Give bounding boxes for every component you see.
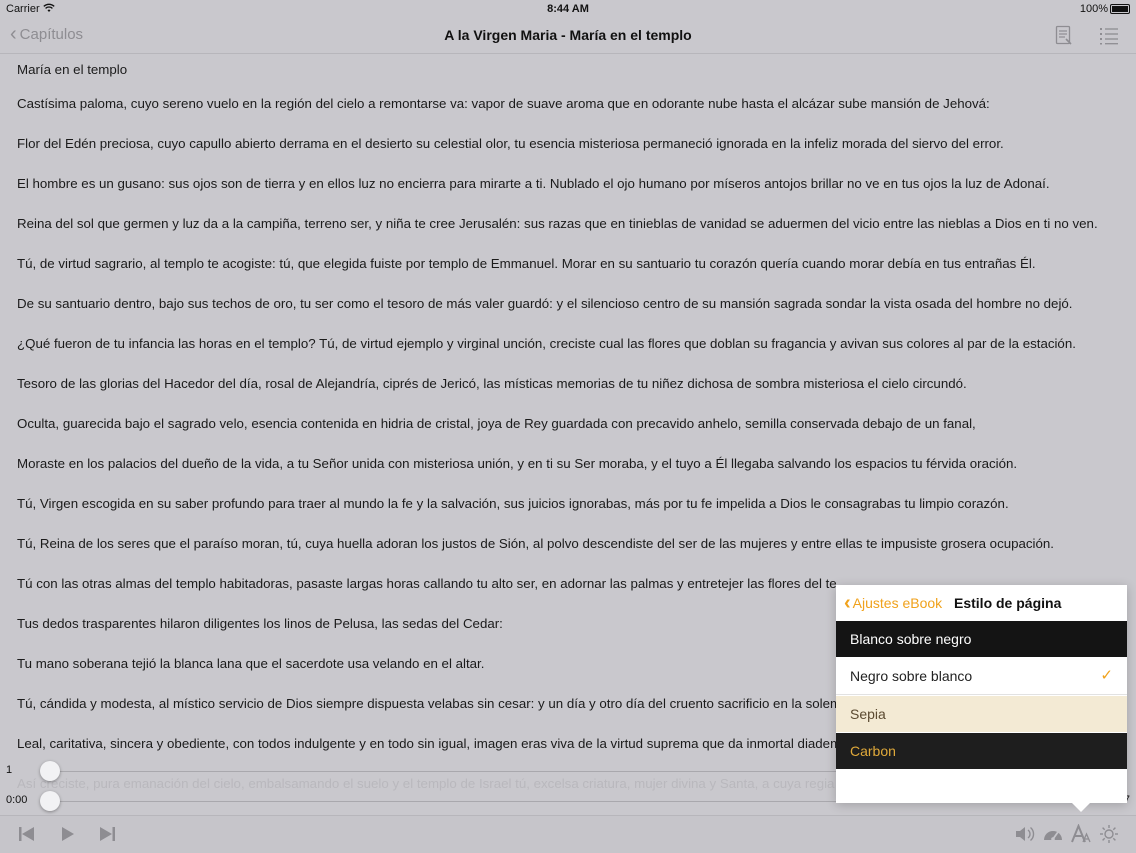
paragraph: Tú, Reina de los seres que el paraíso mo… xyxy=(17,536,1054,551)
paragraph: Castísima paloma, cuyo sereno vuelo en l… xyxy=(17,96,990,111)
page-slider-thumb[interactable] xyxy=(40,761,60,781)
play-icon[interactable] xyxy=(58,824,78,844)
style-option-label: Sepia xyxy=(850,706,886,722)
brightness-icon[interactable] xyxy=(1099,824,1119,844)
volume-icon[interactable] xyxy=(1014,824,1035,844)
clock: 8:44 AM xyxy=(547,3,589,15)
ebook-settings-back-button[interactable]: ‹ Ajustes eBook xyxy=(844,592,943,614)
navigation-bar: ‹ Capítulos A la Virgen Maria - María en… xyxy=(0,18,1136,54)
paragraph: El hombre es un gusano: sus ojos son de … xyxy=(17,176,1050,191)
paragraph: ¿Qué fueron de tu infancia las horas en … xyxy=(17,336,1076,351)
paragraph: Moraste en los palacios del dueño de la … xyxy=(17,456,1018,471)
time-elapsed-label: 0:00 xyxy=(6,794,28,806)
style-option-label: Negro sobre blanco xyxy=(850,668,973,684)
speed-gauge-icon[interactable] xyxy=(1042,824,1062,844)
style-option-label: Blanco sobre negro xyxy=(850,631,972,647)
paragraph: Reina del sol que germen y luz da a la c… xyxy=(17,216,1098,231)
popover-back-label: Ajustes eBook xyxy=(852,595,943,611)
status-bar: Carrier 8:44 AM 100% xyxy=(0,0,1136,18)
paragraph: Tú, Virgen escogida en su saber profundo… xyxy=(17,496,1009,511)
page-style-popover: ‹ Ajustes eBook Estilo de página Blanco … xyxy=(836,585,1127,812)
notes-icon[interactable] xyxy=(1055,25,1075,45)
paragraph: Flor del Edén preciosa, cuyo capullo abi… xyxy=(17,136,1004,151)
font-icon[interactable] xyxy=(1070,823,1091,844)
battery-percent: 100% xyxy=(1079,3,1108,15)
style-option-label: Carbon xyxy=(850,743,896,759)
skip-back-icon[interactable] xyxy=(17,824,37,844)
style-option-black-on-white[interactable]: Negro sobre blanco ✓ xyxy=(836,658,1127,695)
popover-title: Estilo de página xyxy=(954,595,1062,611)
paragraph: Tú, de virtud sagrario, al templo te aco… xyxy=(17,256,1036,271)
paragraph: De su santuario dentro, bajo sus techos … xyxy=(17,296,1073,311)
page-number-label: 1 xyxy=(6,764,13,776)
popover-arrow xyxy=(1071,802,1091,812)
paragraph: Tesoro de las glorias del Hacedor del dí… xyxy=(17,376,967,391)
style-option-sepia[interactable]: Sepia xyxy=(836,696,1127,732)
page-title: A la Virgen Maria - María en el templo xyxy=(444,27,692,43)
time-slider-thumb[interactable] xyxy=(40,791,60,811)
toc-list-icon[interactable] xyxy=(1099,25,1119,45)
style-option-carbon[interactable]: Carbon xyxy=(836,733,1127,769)
popover-header: ‹ Ajustes eBook Estilo de página xyxy=(836,585,1127,621)
style-option-white-on-black[interactable]: Blanco sobre negro xyxy=(836,621,1127,657)
battery-icon xyxy=(1110,4,1130,14)
paragraph: Oculta, guarecida bajo el sagrado velo, … xyxy=(17,416,976,431)
chapter-heading: María en el templo xyxy=(17,62,128,77)
skip-forward-icon[interactable] xyxy=(97,824,117,844)
bottom-toolbar xyxy=(0,815,1136,853)
checkmark-icon: ✓ xyxy=(1100,667,1113,684)
chevron-left-icon: ‹ xyxy=(844,592,851,614)
